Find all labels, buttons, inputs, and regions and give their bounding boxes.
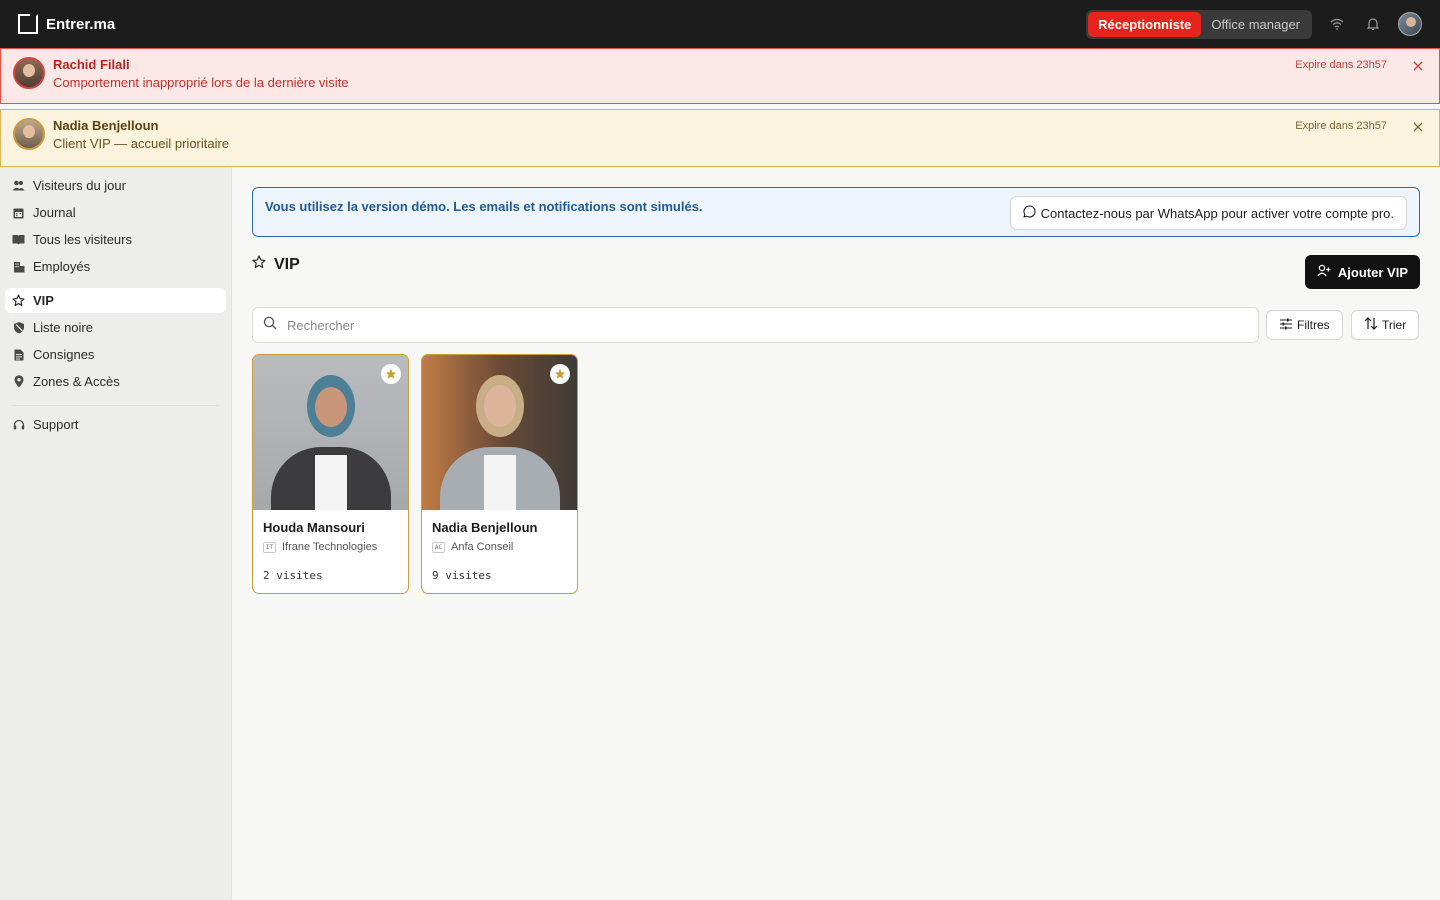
- vip-name: Nadia Benjelloun: [432, 520, 538, 535]
- headset-icon: [12, 418, 25, 431]
- whatsapp-button-label: Contactez-nous par WhatsApp pour activer…: [1040, 205, 1394, 221]
- sidebar: Visiteurs du jour Journal Tous les visit…: [0, 167, 232, 900]
- page-title-text: VIP: [274, 255, 300, 273]
- role-switch: Réceptionniste Office manager: [1086, 9, 1312, 39]
- sidebar-item-label: Journal: [33, 205, 76, 220]
- sidebar-item-zones-acces[interactable]: Zones & Accès: [5, 369, 226, 394]
- alert-name: Rachid Filali: [53, 57, 130, 72]
- alert-banner-vip: Nadia Benjelloun Client VIP — accueil pr…: [0, 109, 1440, 167]
- alert-expiry: Expire dans 23h57: [1295, 59, 1387, 71]
- map-pin-icon: [12, 375, 25, 388]
- sidebar-divider: [12, 405, 219, 406]
- alert-message: Comportement inapproprié lors de la dern…: [53, 75, 349, 90]
- vip-company: IT Ifrane Technologies: [263, 541, 377, 553]
- sidebar-item-visiteurs-du-jour[interactable]: Visiteurs du jour: [5, 173, 226, 198]
- alert-banner-blacklist: Rachid Filali Comportement inapproprié l…: [0, 48, 1440, 104]
- vip-card[interactable]: Nadia Benjelloun AC Anfa Conseil 9 visit…: [421, 354, 578, 594]
- vip-name: Houda Mansouri: [263, 520, 365, 535]
- search-icon: [263, 316, 277, 335]
- vip-company: AC Anfa Conseil: [432, 541, 513, 553]
- vip-star-icon: [381, 364, 401, 384]
- bell-icon[interactable]: [1362, 13, 1384, 35]
- vip-visits: 2 visites: [263, 569, 323, 582]
- user-avatar[interactable]: [1398, 12, 1422, 36]
- close-icon[interactable]: [1409, 118, 1427, 136]
- main-content: Vous utilisez la version démo. Les email…: [232, 167, 1440, 900]
- sidebar-item-label: Tous les visiteurs: [33, 232, 132, 247]
- sidebar-item-label: Zones & Accès: [33, 374, 120, 389]
- search-input[interactable]: [287, 317, 1187, 333]
- building-icon: [12, 260, 25, 273]
- demo-banner-text: Vous utilisez la version démo. Les email…: [265, 199, 703, 214]
- vip-visits: 9 visites: [432, 569, 492, 582]
- role-office-manager-button[interactable]: Office manager: [1201, 12, 1310, 37]
- role-receptionist-button[interactable]: Réceptionniste: [1088, 11, 1202, 37]
- sidebar-item-consignes[interactable]: Consignes: [5, 342, 226, 367]
- whatsapp-contact-button[interactable]: Contactez-nous par WhatsApp pour activer…: [1009, 196, 1407, 230]
- sidebar-item-tous-les-visiteurs[interactable]: Tous les visiteurs: [5, 227, 226, 252]
- star-icon: [12, 294, 25, 307]
- alert-avatar: [13, 118, 45, 150]
- sidebar-item-label: Employés: [33, 259, 91, 274]
- add-vip-label: Ajouter VIP: [1337, 264, 1408, 280]
- alert-expiry: Expire dans 23h57: [1295, 120, 1387, 132]
- chat-bubble-icon: [1023, 205, 1036, 221]
- sidebar-item-label: VIP: [33, 293, 54, 308]
- search-box: [252, 307, 1259, 343]
- sidebar-item-liste-noire[interactable]: Liste noire: [5, 315, 226, 340]
- sidebar-item-employes[interactable]: Employés: [5, 254, 226, 279]
- sidebar-item-label: Visiteurs du jour: [33, 178, 126, 193]
- sidebar-item-label: Support: [33, 417, 79, 432]
- user-plus-icon: [1317, 264, 1331, 280]
- sort-label: Trier: [1382, 318, 1407, 332]
- book-icon: [12, 233, 25, 246]
- demo-banner: Vous utilisez la version démo. Les email…: [252, 187, 1420, 237]
- add-vip-button[interactable]: Ajouter VIP: [1304, 255, 1420, 289]
- filters-button[interactable]: Filtres: [1266, 310, 1343, 340]
- close-icon[interactable]: [1409, 57, 1427, 75]
- calendar-icon: [12, 206, 25, 219]
- filters-label: Filtres: [1297, 318, 1330, 332]
- vip-photo: [422, 355, 577, 510]
- wifi-icon[interactable]: [1326, 13, 1348, 35]
- star-icon: [252, 255, 266, 274]
- sidebar-item-journal[interactable]: Journal: [5, 200, 226, 225]
- alert-message: Client VIP — accueil prioritaire: [53, 136, 230, 151]
- logo-icon: [18, 14, 38, 34]
- sidebar-item-label: Liste noire: [33, 320, 93, 335]
- company-logo-icon: IT: [263, 541, 276, 553]
- top-bar: Entrer.ma Réceptionniste Office manager: [0, 0, 1440, 48]
- sidebar-item-support[interactable]: Support: [5, 412, 226, 437]
- sidebar-item-vip[interactable]: VIP: [5, 288, 226, 313]
- vip-company-name: Anfa Conseil: [451, 541, 514, 553]
- alert-avatar: [13, 57, 45, 89]
- vip-photo: [253, 355, 408, 510]
- shield-icon: [12, 321, 25, 334]
- sort-button[interactable]: Trier: [1351, 310, 1420, 340]
- company-logo-icon: AC: [432, 541, 445, 553]
- sort-arrows-icon: [1364, 317, 1378, 333]
- document-icon: [12, 348, 25, 361]
- sliders-icon: [1279, 318, 1293, 333]
- users-icon: [12, 179, 25, 192]
- app-name: Entrer.ma: [46, 15, 116, 33]
- vip-star-icon: [550, 364, 570, 384]
- app-logo[interactable]: Entrer.ma: [18, 14, 115, 34]
- vip-company-name: Ifrane Technologies: [282, 541, 378, 553]
- page-title: VIP: [252, 255, 300, 274]
- alert-name: Nadia Benjelloun: [53, 118, 159, 133]
- sidebar-item-label: Consignes: [33, 347, 95, 362]
- vip-card[interactable]: Houda Mansouri IT Ifrane Technologies 2 …: [252, 354, 409, 594]
